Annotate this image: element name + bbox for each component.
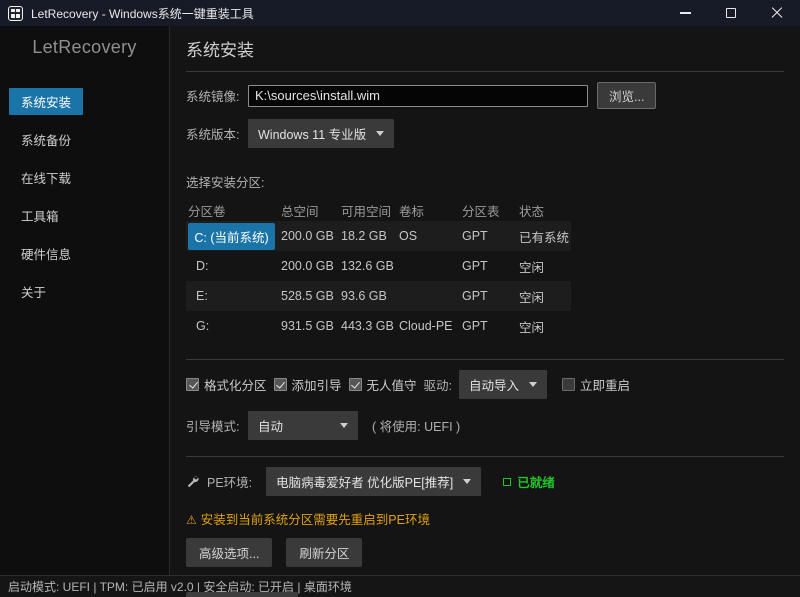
warning-icon: ⚠: [186, 513, 197, 527]
maximize-icon: [726, 8, 736, 18]
col-table: 分区表: [462, 204, 500, 219]
pe-environment-dropdown[interactable]: 电脑病毒爱好者 优化版PE[推荐]: [266, 467, 482, 496]
close-button[interactable]: [754, 0, 800, 26]
restart-now-checkbox[interactable]: 立即重启: [562, 375, 630, 394]
close-icon: [771, 7, 783, 19]
checkbox-checked-icon: [186, 378, 199, 391]
chevron-down-icon: [529, 382, 538, 387]
sidebar-menu: 系统安装 系统备份 在线下载 工具箱 硬件信息 关于: [0, 88, 169, 305]
minimize-button[interactable]: [662, 0, 708, 26]
system-image-input[interactable]: [248, 84, 588, 107]
pe-warning-text: 安装到当前系统分区需要先重启到PE环境: [200, 513, 430, 527]
start-install-button[interactable]: 开始安装: [186, 592, 299, 597]
partition-row-g[interactable]: G: 931.5 GB 443.3 GB Cloud-PE GPT 空闲: [186, 311, 571, 341]
system-version-row: 系统版本: Windows 11 专业版: [186, 119, 784, 148]
checkbox-checked-icon: [348, 378, 362, 391]
partition-row-e[interactable]: E: 528.5 GB 93.6 GB GPT 空闲: [186, 281, 571, 311]
col-status: 状态: [519, 204, 545, 219]
partition-table-header: 分区卷 总空间 可用空间 卷标 分区表 状态: [186, 199, 571, 221]
partition-section-label: 选择安装分区:: [186, 176, 265, 190]
refresh-partitions-button[interactable]: 刷新分区: [286, 538, 363, 567]
install-row: 开始安装 (将通过PE环境安装): [186, 592, 784, 597]
boot-mode-row: 引导模式: 自动 ( 将使用: UEFI ): [186, 411, 784, 440]
pe-environment-label: PE环境:: [207, 476, 253, 490]
title-bar: LetRecovery - Windows系统一键重装工具: [0, 0, 800, 26]
col-label: 卷标: [399, 204, 425, 219]
col-total: 总空间: [281, 204, 319, 219]
pe-warning: ⚠ 安装到当前系统分区需要先重启到PE环境: [186, 509, 784, 528]
partition-table: 分区卷 总空间 可用空间 卷标 分区表 状态 C: (当前系统) 200.0 G…: [186, 199, 571, 341]
boot-mode-hint: ( 将使用: UEFI ): [372, 420, 461, 434]
boot-mode-label: 引导模式:: [186, 420, 240, 434]
divider: [186, 456, 784, 457]
brand-logo: LetRecovery: [32, 37, 137, 57]
chevron-down-icon: [340, 423, 348, 428]
sidebar-item-system-backup[interactable]: 系统备份: [9, 126, 83, 153]
advanced-options-button[interactable]: 高级选项...: [186, 538, 273, 567]
pe-environment-row: PE环境: 电脑病毒爱好者 优化版PE[推荐] 已就绪: [186, 467, 784, 496]
system-version-label: 系统版本:: [186, 128, 240, 142]
driver-value: 自动导入: [469, 379, 520, 393]
chevron-down-icon: [376, 131, 385, 136]
chevron-down-icon: [463, 479, 472, 484]
install-options-row: 格式化分区 添加引导 无人值守 驱动: 自动导入 立即重启: [186, 370, 784, 399]
divider: [186, 71, 784, 72]
add-boot-checkbox[interactable]: 添加引导: [273, 375, 342, 394]
app-window-icon: [8, 5, 23, 21]
system-version-dropdown[interactable]: Windows 11 专业版: [248, 119, 395, 148]
system-image-label: 系统镜像:: [186, 90, 240, 104]
browse-button[interactable]: 浏览...: [597, 82, 657, 109]
partition-row-c[interactable]: C: (当前系统) 200.0 GB 18.2 GB OS GPT 已有系统: [186, 221, 571, 251]
sidebar-item-about[interactable]: 关于: [9, 278, 58, 305]
col-volume: 分区卷: [188, 204, 226, 219]
pe-ready-status: 已就绪: [503, 472, 555, 491]
window-title: LetRecovery - Windows系统一键重装工具: [31, 6, 254, 21]
divider: [186, 359, 784, 360]
checkbox-unchecked-icon: [562, 378, 576, 391]
format-partition-checkbox[interactable]: 格式化分区: [186, 375, 267, 394]
minimize-icon: [679, 12, 691, 14]
driver-dropdown[interactable]: 自动导入: [459, 370, 548, 399]
wrench-icon: [187, 476, 199, 488]
sidebar-item-hardware-info[interactable]: 硬件信息: [9, 240, 83, 267]
pe-ready-text: 已就绪: [517, 476, 555, 490]
maximize-button[interactable]: [708, 0, 754, 26]
sidebar: LetRecovery 系统安装 系统备份 在线下载 工具箱 硬件信息 关于: [0, 26, 170, 575]
sidebar-item-online-download[interactable]: 在线下载: [9, 164, 83, 191]
driver-label: 驱动:: [423, 379, 453, 393]
unattended-checkbox[interactable]: 无人值守: [348, 375, 417, 394]
partition-actions-row: 高级选项... 刷新分区: [186, 538, 784, 567]
boot-mode-dropdown[interactable]: 自动: [248, 411, 358, 440]
system-version-value: Windows 11 专业版: [258, 128, 367, 142]
selected-partition-badge[interactable]: C: (当前系统): [188, 222, 275, 250]
checkbox-checked-icon: [273, 378, 287, 391]
partition-row-d[interactable]: D: 200.0 GB 132.6 GB GPT 空闲: [186, 251, 571, 281]
main-content: 系统安装 系统镜像: 浏览... 系统版本: Windows 11 专业版 选择…: [170, 26, 800, 597]
system-image-row: 系统镜像: 浏览...: [186, 82, 784, 109]
sidebar-item-system-install[interactable]: 系统安装: [9, 88, 84, 115]
boot-mode-value: 自动: [258, 420, 284, 434]
pe-environment-value: 电脑病毒爱好者 优化版PE[推荐]: [276, 476, 454, 490]
col-free: 可用空间: [341, 204, 392, 219]
ready-square-icon: [503, 477, 512, 486]
sidebar-item-toolbox[interactable]: 工具箱: [9, 202, 71, 229]
page-title: 系统安装: [186, 41, 254, 60]
